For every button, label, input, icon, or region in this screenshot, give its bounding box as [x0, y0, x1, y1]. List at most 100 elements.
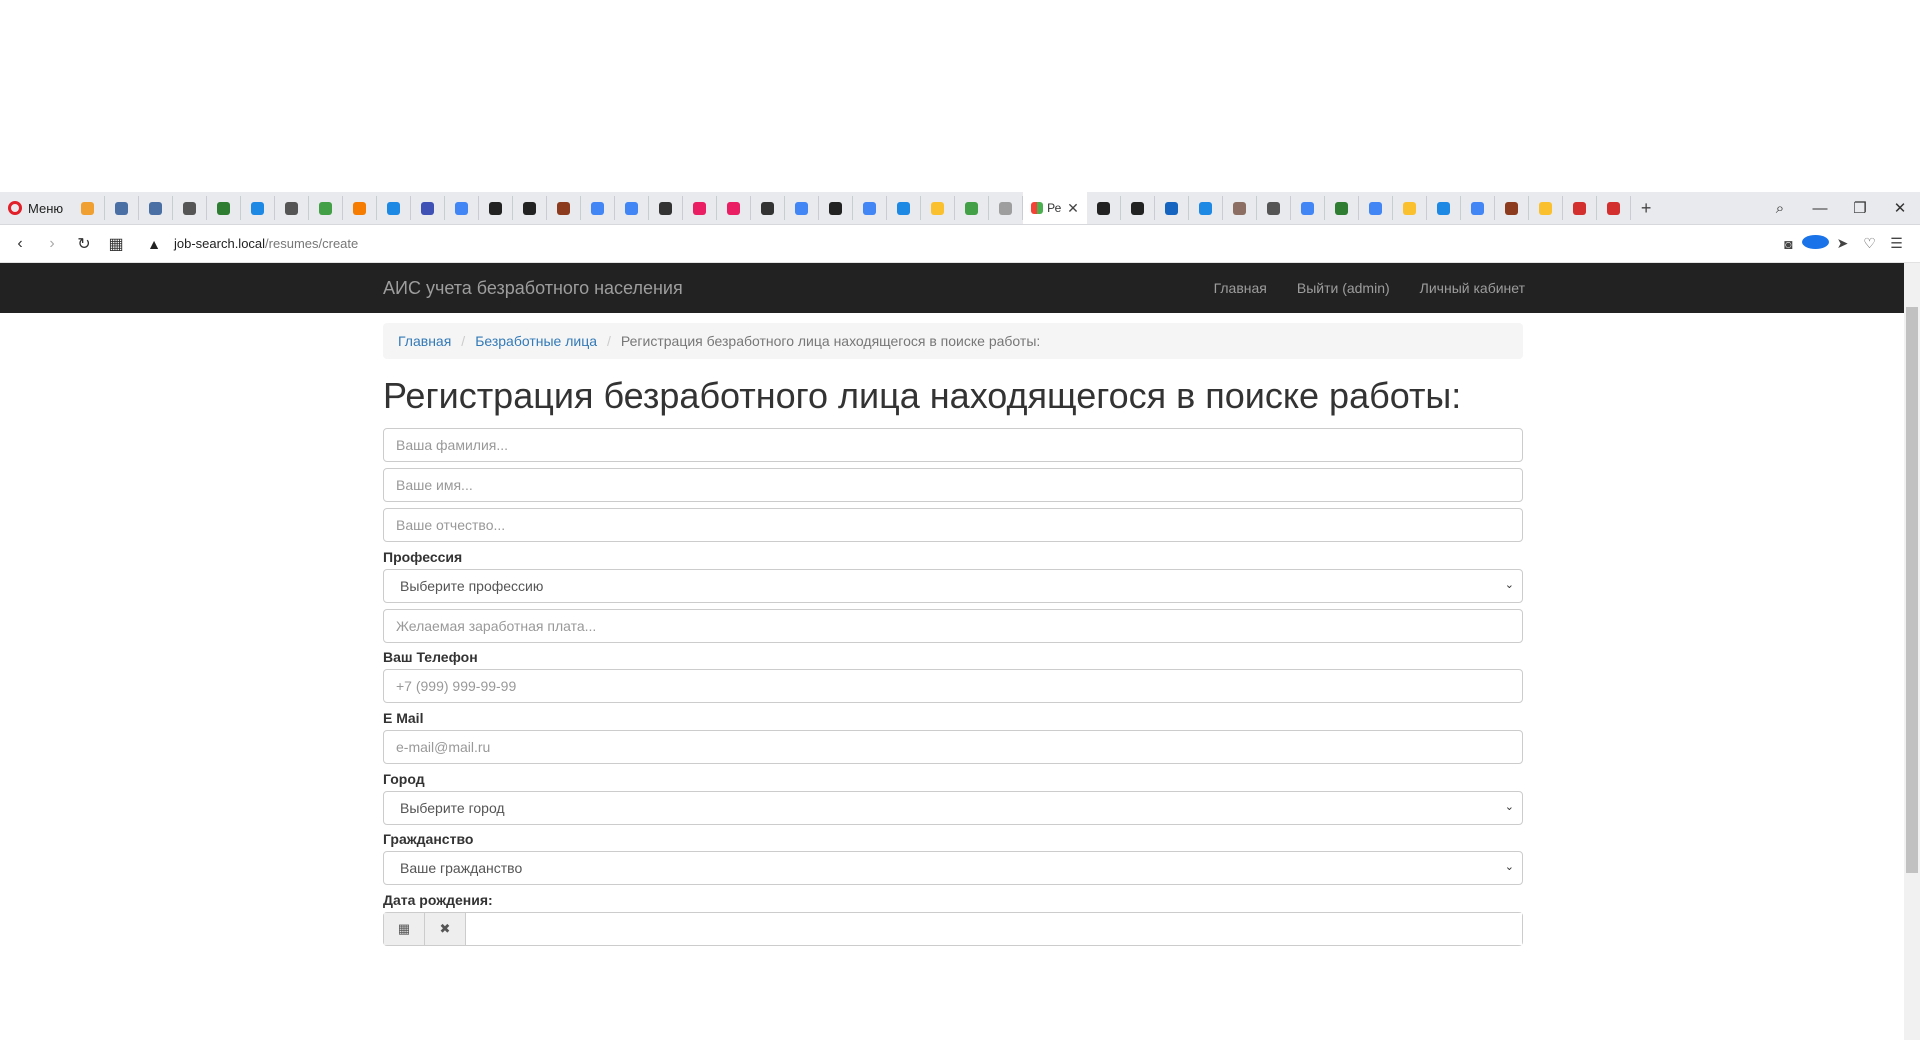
- browser-tab[interactable]: [683, 196, 718, 220]
- browser-tab[interactable]: [309, 196, 344, 220]
- browser-tab[interactable]: [1461, 196, 1496, 220]
- tab-favicon-icon: [1301, 201, 1315, 215]
- easy-setup-icon[interactable]: ☰: [1883, 235, 1910, 252]
- browser-tab[interactable]: [989, 196, 1024, 220]
- browser-tab[interactable]: [1359, 196, 1394, 220]
- new-tab-button[interactable]: +: [1631, 198, 1661, 219]
- active-tab[interactable]: Ре ✕: [1023, 192, 1088, 224]
- lastname-input[interactable]: [383, 428, 1523, 462]
- email-input[interactable]: [383, 730, 1523, 764]
- browser-tab[interactable]: [1563, 196, 1598, 220]
- browser-tab[interactable]: [819, 196, 854, 220]
- browser-tab[interactable]: [1087, 196, 1122, 220]
- minimize-button[interactable]: —: [1800, 200, 1840, 217]
- browser-tab[interactable]: [71, 196, 106, 220]
- back-icon[interactable]: ‹: [4, 235, 36, 253]
- opera-menu-button[interactable]: Меню: [0, 192, 71, 224]
- browser-tab[interactable]: [1325, 196, 1360, 220]
- forward-icon[interactable]: ›: [36, 235, 68, 253]
- browser-tab[interactable]: [207, 196, 242, 220]
- restore-button[interactable]: ❐: [1840, 199, 1880, 217]
- tab-search-icon[interactable]: ⌕: [1760, 200, 1800, 217]
- close-tab-icon[interactable]: ✕: [1067, 200, 1079, 217]
- browser-tab[interactable]: [1529, 196, 1564, 220]
- browser-tab[interactable]: [717, 196, 752, 220]
- page-scrollbar[interactable]: [1904, 263, 1920, 1040]
- tab-favicon-icon: [81, 201, 95, 215]
- browser-tab[interactable]: [173, 196, 208, 220]
- vpn-shield-icon[interactable]: [1802, 235, 1829, 252]
- tab-favicon-icon: [387, 201, 401, 215]
- salary-input[interactable]: [383, 609, 1523, 643]
- scrollbar-thumb[interactable]: [1906, 307, 1918, 873]
- browser-tab[interactable]: [955, 196, 990, 220]
- tab-favicon-icon: [285, 201, 299, 215]
- calendar-icon[interactable]: ▦: [384, 913, 425, 945]
- firstname-input[interactable]: [383, 468, 1523, 502]
- browser-tab[interactable]: [785, 196, 820, 220]
- browser-tab[interactable]: [275, 196, 310, 220]
- browser-tab[interactable]: [649, 196, 684, 220]
- browser-tab[interactable]: [1427, 196, 1462, 220]
- browser-tab[interactable]: [1597, 196, 1632, 220]
- url-path: /resumes/create: [265, 236, 359, 251]
- camera-icon[interactable]: ◙: [1775, 236, 1802, 252]
- browser-tab[interactable]: [445, 196, 480, 220]
- browser-tab[interactable]: [513, 196, 548, 220]
- tab-favicon-icon: [149, 201, 163, 215]
- nav-link-cabinet[interactable]: Личный кабинет: [1420, 280, 1525, 296]
- browser-tab[interactable]: [479, 196, 514, 220]
- phone-input[interactable]: [383, 669, 1523, 703]
- tab-favicon-icon: [1165, 201, 1179, 215]
- nav-link-home[interactable]: Главная: [1214, 280, 1267, 296]
- city-select[interactable]: Выберите город ⌄: [383, 791, 1523, 825]
- patronymic-input[interactable]: [383, 508, 1523, 542]
- speed-dial-icon[interactable]: ▦: [100, 234, 132, 254]
- browser-tab[interactable]: [411, 196, 446, 220]
- browser-tab[interactable]: [921, 196, 956, 220]
- browser-tab[interactable]: [241, 196, 276, 220]
- profession-select[interactable]: Выберите профессию ⌄: [383, 569, 1523, 603]
- reload-icon[interactable]: ↻: [68, 234, 100, 254]
- browser-tab[interactable]: [751, 196, 786, 220]
- browser-tab[interactable]: [343, 196, 378, 220]
- browser-tab[interactable]: [887, 196, 922, 220]
- breadcrumb: Главная / Безработные лица / Регистрация…: [383, 323, 1523, 359]
- browser-tab[interactable]: [1257, 196, 1292, 220]
- close-window-button[interactable]: ✕: [1880, 199, 1920, 217]
- heart-icon[interactable]: ♡: [1856, 235, 1883, 252]
- browser-tab[interactable]: [139, 196, 174, 220]
- browser-tab[interactable]: [377, 196, 412, 220]
- nav-link-logout[interactable]: Выйти (admin): [1297, 280, 1390, 296]
- citizenship-select[interactable]: Ваше гражданство ⌄: [383, 851, 1523, 885]
- browser-tab[interactable]: [853, 196, 888, 220]
- url-field[interactable]: job-search.local/resumes/create: [174, 236, 358, 251]
- breadcrumb-unemployed[interactable]: Безработные лица: [475, 333, 597, 349]
- tab-favicon-icon: [251, 201, 265, 215]
- opera-logo-icon: [8, 201, 22, 215]
- browser-tab[interactable]: [1189, 196, 1224, 220]
- clear-date-icon[interactable]: ✖: [425, 913, 466, 945]
- send-icon[interactable]: ➤: [1829, 235, 1856, 252]
- breadcrumb-current: Регистрация безработного лица находящего…: [620, 333, 1041, 349]
- birthdate-input[interactable]: [466, 913, 1522, 945]
- tab-favicon-icon: [217, 201, 231, 215]
- browser-tab[interactable]: [1495, 196, 1530, 220]
- breadcrumb-home[interactable]: Главная: [398, 333, 451, 349]
- tab-favicon-icon: [999, 201, 1013, 215]
- browser-tab[interactable]: [1155, 196, 1190, 220]
- city-selected-value: Выберите город: [400, 800, 505, 816]
- not-secure-warning-icon[interactable]: ▲: [142, 236, 166, 252]
- browser-tab[interactable]: [581, 196, 616, 220]
- site-brand[interactable]: АИС учета безработного населения: [383, 278, 683, 299]
- browser-tab[interactable]: [1121, 196, 1156, 220]
- tab-favicon-icon: [1539, 201, 1553, 215]
- browser-tab[interactable]: [547, 196, 582, 220]
- browser-tab[interactable]: [1291, 196, 1326, 220]
- tab-favicon-icon: [1403, 201, 1417, 215]
- browser-tab[interactable]: [1223, 196, 1258, 220]
- browser-tab[interactable]: [105, 196, 140, 220]
- browser-tab[interactable]: [1393, 196, 1428, 220]
- profession-label: Профессия: [383, 549, 463, 565]
- browser-tab[interactable]: [615, 196, 650, 220]
